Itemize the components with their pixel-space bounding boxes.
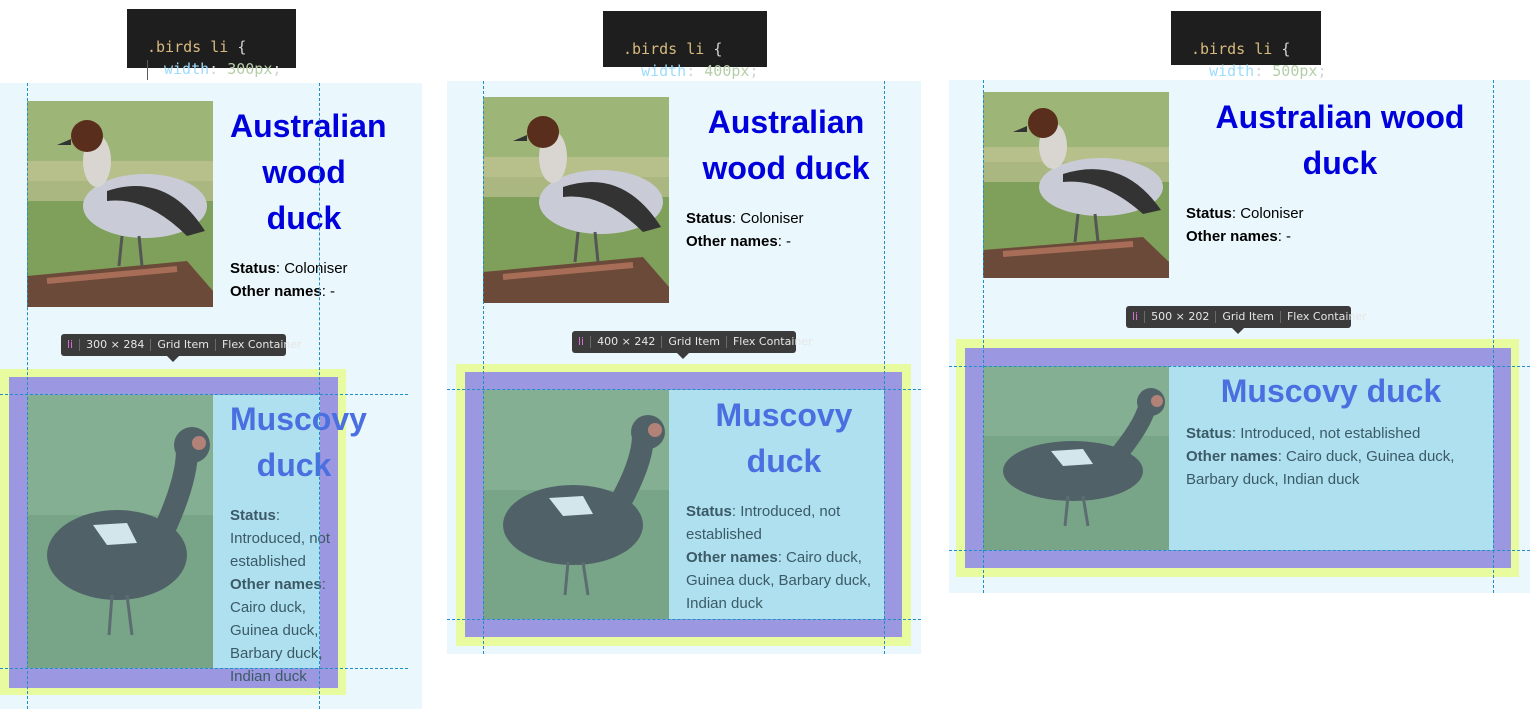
element-tooltip: li 500 × 202 Grid Item Flex Container xyxy=(1126,306,1367,334)
tooltip-size: 500 × 202 xyxy=(1151,310,1210,323)
status-value: Introduced, not established xyxy=(1240,425,1421,442)
grid-guide-line xyxy=(27,83,28,709)
css-value: 300px xyxy=(227,60,273,78)
css-selector: .birds li xyxy=(147,38,229,56)
grid-guide-line xyxy=(884,81,885,654)
other-names-label: Other names xyxy=(230,283,322,300)
css-property: width xyxy=(641,62,687,80)
tooltip-grid-item: Grid Item xyxy=(1222,310,1274,323)
bird-meta: Status: Introduced, not established Othe… xyxy=(1186,425,1455,488)
grid-guide-line xyxy=(949,550,1530,551)
wood-duck-photo xyxy=(27,101,213,307)
css-open-brace: { xyxy=(713,40,723,58)
muscovy-duck-photo xyxy=(483,390,669,619)
bird-info: Muscovy duck Status: Introduced, not est… xyxy=(686,392,882,615)
other-names-value: - xyxy=(1286,228,1292,245)
element-tooltip: li 300 × 284 Grid Item Flex Container xyxy=(61,334,302,362)
css-property: width xyxy=(1209,62,1255,80)
css-value: 400px xyxy=(704,62,750,80)
css-value: 500px xyxy=(1272,62,1318,80)
element-tooltip: li 400 × 242 Grid Item Flex Container xyxy=(572,331,813,359)
tooltip-size: 300 × 284 xyxy=(86,338,145,351)
tooltip-tag: li xyxy=(1132,310,1139,323)
tooltip-flex-container: Flex Container xyxy=(1286,310,1367,323)
bird-heading: Muscovy duck xyxy=(230,401,367,483)
tooltip-tag: li xyxy=(67,338,74,351)
indent-guide xyxy=(147,59,148,80)
tooltip-flex-container: Flex Container xyxy=(221,338,302,351)
bird-heading: Australian wood duck xyxy=(1215,99,1465,181)
status-value: Coloniser xyxy=(1240,205,1304,222)
bird-meta: Status: Introduced, not established Othe… xyxy=(686,503,872,612)
status-label: Status xyxy=(1186,205,1232,222)
grid-guide-line xyxy=(0,668,408,669)
bird-heading: Muscovy duck xyxy=(1220,373,1442,409)
bird-meta: Status: Coloniser Other names: - xyxy=(1186,205,1304,245)
wood-duck-photo xyxy=(483,97,669,303)
other-names-value: Cairo duck, Guinea duck, Barbary duck, I… xyxy=(230,599,323,685)
status-value: Introduced, not established xyxy=(230,530,331,570)
css-selector: .birds li xyxy=(1191,40,1273,58)
other-names-value: - xyxy=(330,283,336,300)
grid-guide-line xyxy=(447,389,921,390)
other-names-value: - xyxy=(786,233,792,250)
bird-info: Muscovy duck Status: Introduced, not est… xyxy=(230,396,367,688)
other-names-label: Other names xyxy=(230,576,322,593)
status-label: Status xyxy=(230,260,276,277)
other-names-label: Other names xyxy=(1186,448,1278,465)
bird-meta: Status: Coloniser Other names: - xyxy=(230,260,348,300)
bird-heading: Australian wood duck xyxy=(702,104,870,186)
bird-meta: Status: Coloniser Other names: - xyxy=(686,210,804,250)
status-label: Status xyxy=(686,503,732,520)
muscovy-duck-photo xyxy=(27,395,213,668)
tooltip-flex-container: Flex Container xyxy=(732,335,813,348)
css-code-snippet: .birds li { width: 400px; xyxy=(603,11,767,80)
grid-guide-line xyxy=(447,619,921,620)
other-names-label: Other names xyxy=(686,549,778,566)
css-code-snippet: .birds li { width: 300px; xyxy=(127,9,296,80)
bird-heading: Muscovy duck xyxy=(715,397,853,479)
bird-heading: Australian wood duck xyxy=(230,108,387,236)
bird-info: Australian wood duck Status: Coloniser O… xyxy=(686,99,886,253)
status-label: Status xyxy=(1186,425,1232,442)
tooltip-grid-item: Grid Item xyxy=(157,338,209,351)
other-names-label: Other names xyxy=(686,233,778,250)
bird-meta: Status: Introduced, not established Othe… xyxy=(230,507,331,685)
tooltip-size: 400 × 242 xyxy=(597,335,656,348)
status-value: Coloniser xyxy=(740,210,804,227)
muscovy-duck-photo xyxy=(983,366,1169,550)
other-names-label: Other names xyxy=(1186,228,1278,245)
tooltip-tag: li xyxy=(578,335,585,348)
tooltip-grid-item: Grid Item xyxy=(668,335,720,348)
bird-info: Muscovy duck Status: Introduced, not est… xyxy=(1186,368,1476,491)
css-selector: .birds li xyxy=(623,40,705,58)
wood-duck-photo xyxy=(983,92,1169,278)
grid-guide-line xyxy=(483,81,484,654)
bird-info: Australian wood duck Status: Coloniser O… xyxy=(1186,94,1494,248)
grid-guide-line xyxy=(0,394,408,395)
grid-guide-line xyxy=(1493,80,1494,593)
bird-info: Australian wood duck Status: Coloniser O… xyxy=(230,103,387,303)
status-label: Status xyxy=(230,507,276,524)
grid-guide-line xyxy=(983,80,984,593)
css-open-brace: { xyxy=(1281,40,1291,58)
status-label: Status xyxy=(686,210,732,227)
css-property: width xyxy=(164,60,210,78)
grid-guide-line xyxy=(319,83,320,709)
css-open-brace: { xyxy=(237,38,247,56)
grid-guide-line xyxy=(949,366,1530,367)
status-value: Coloniser xyxy=(284,260,348,277)
css-code-snippet: .birds li { width: 500px; xyxy=(1171,11,1326,80)
